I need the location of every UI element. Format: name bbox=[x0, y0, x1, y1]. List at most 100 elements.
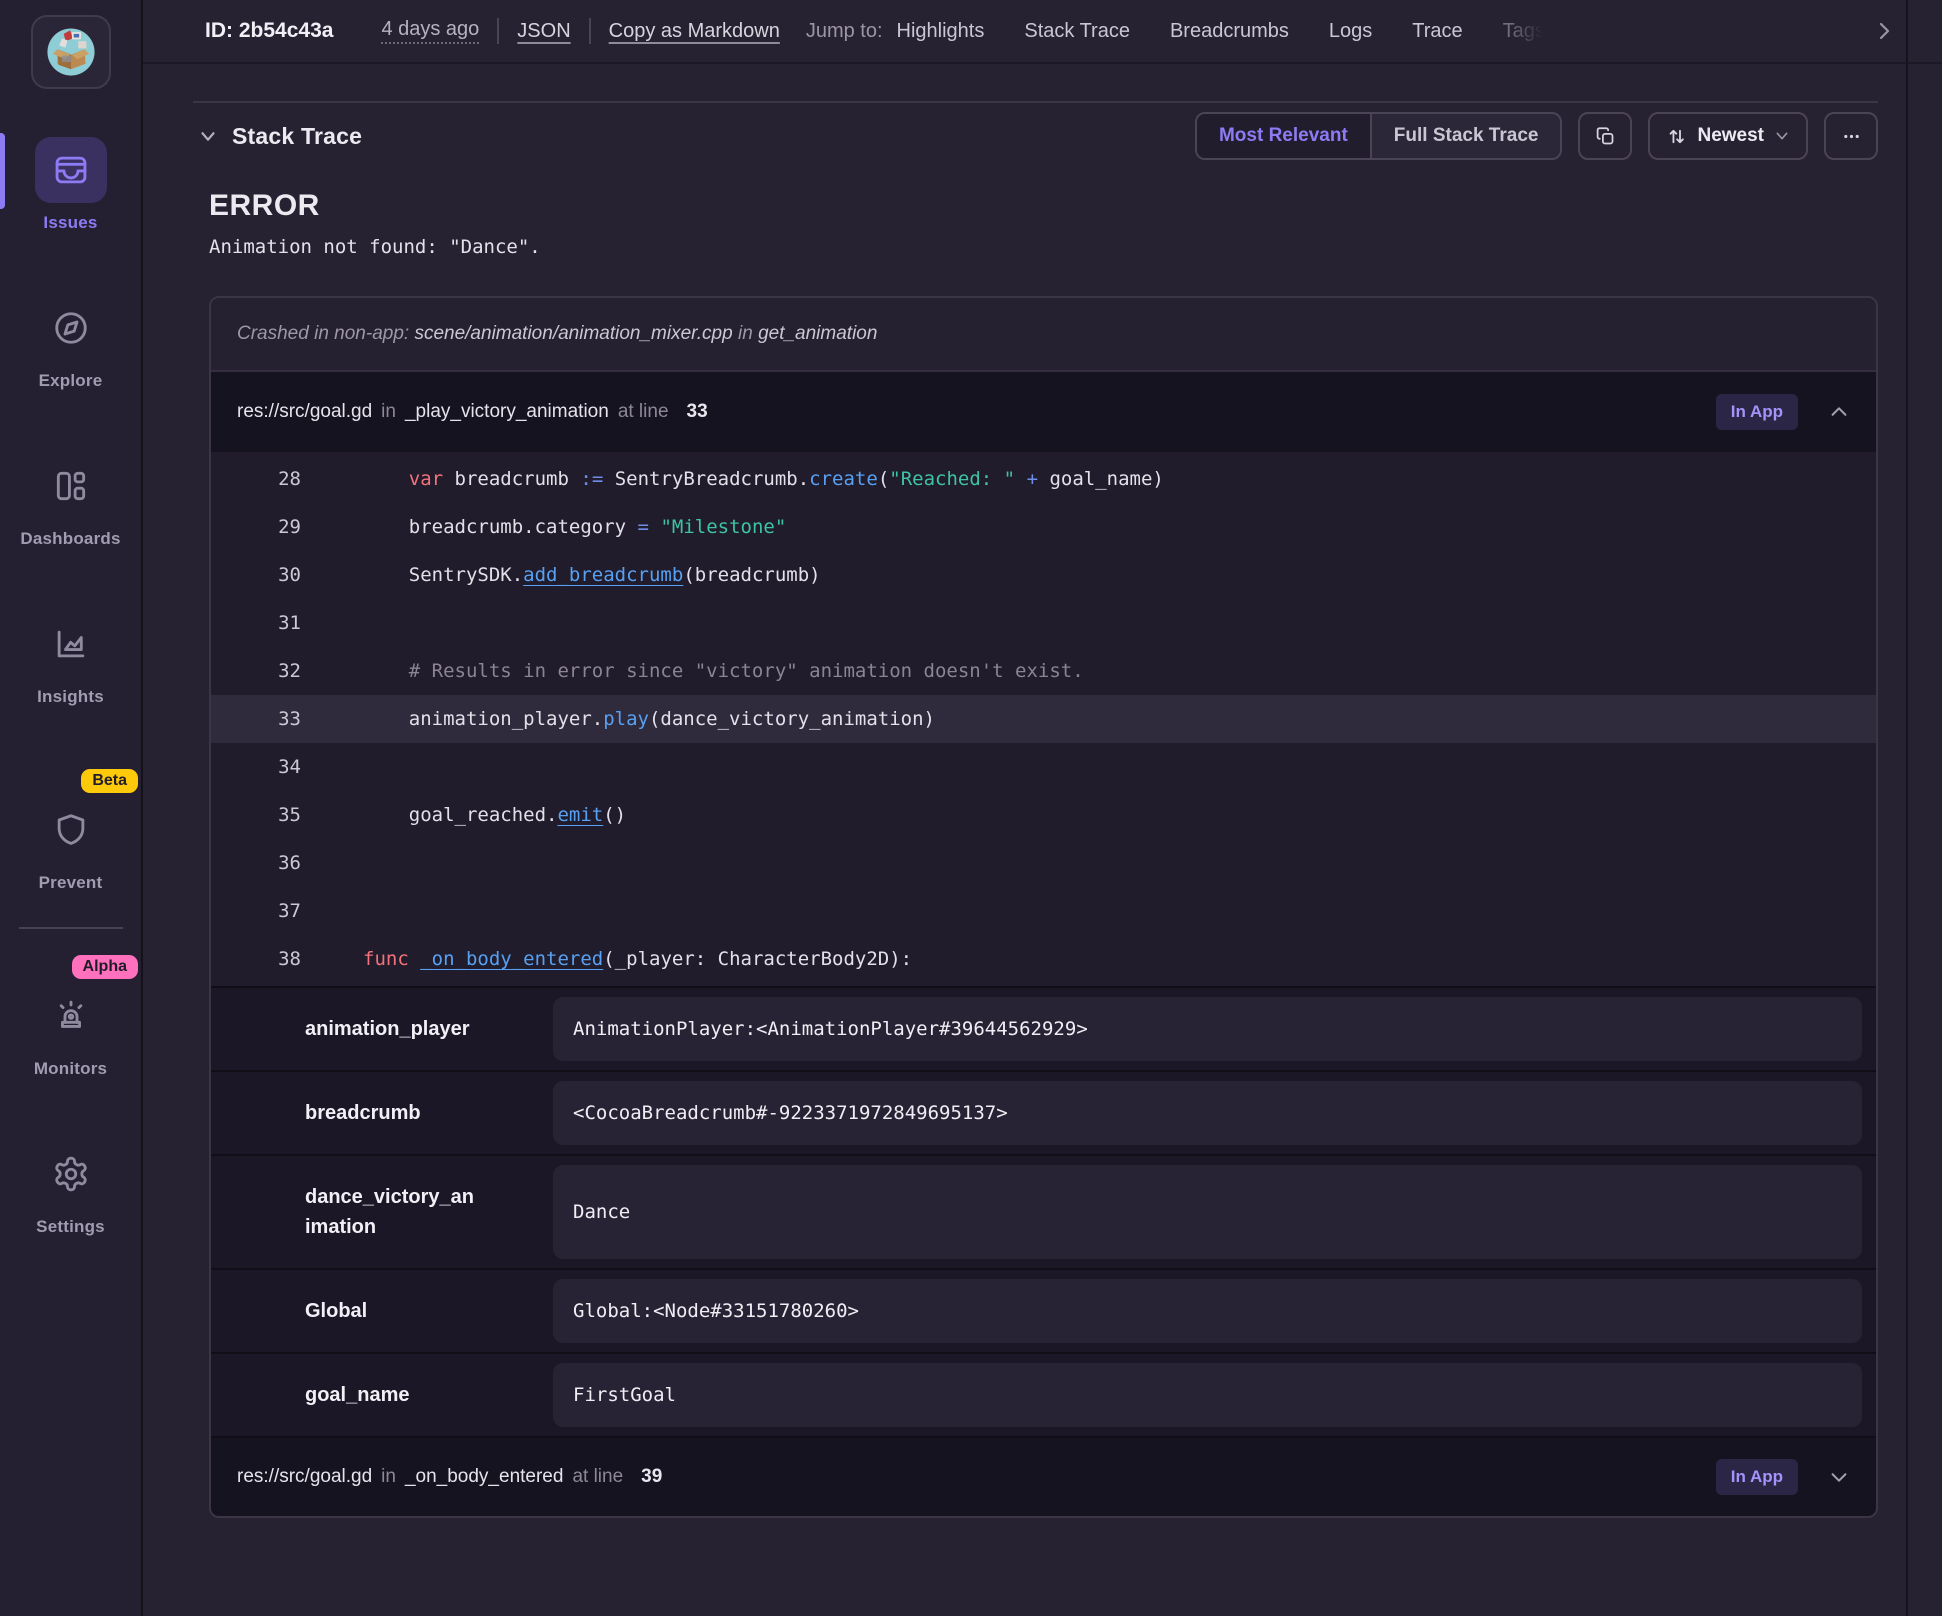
code-line-36: 36 bbox=[211, 839, 1876, 887]
code-line-31: 31 bbox=[211, 599, 1876, 647]
sidebar-item-label: Explore bbox=[39, 371, 103, 391]
code-text: SentrySDK.add_breadcrumb(breadcrumb) bbox=[329, 564, 821, 586]
sort-label: Newest bbox=[1697, 125, 1764, 147]
chevron-down-icon bbox=[1774, 128, 1790, 144]
code-text: var breadcrumb := SentryBreadcrumb.creat… bbox=[329, 468, 1164, 490]
sidebar-item-prevent[interactable]: BetaPrevent bbox=[0, 769, 141, 893]
sort-dropdown[interactable]: Newest bbox=[1648, 112, 1808, 160]
org-logo[interactable] bbox=[31, 15, 111, 89]
sidebar-item-insights[interactable]: Insights bbox=[0, 611, 141, 707]
error-message: Animation not found: "Dance". bbox=[209, 236, 1878, 258]
jump-link-highlights[interactable]: Highlights bbox=[897, 20, 985, 43]
code-line-29: 29 breadcrumb.category = "Milestone" bbox=[211, 503, 1876, 551]
line-number: 38 bbox=[211, 948, 329, 970]
sidebar-item-label: Issues bbox=[43, 213, 97, 233]
jump-link-stack-trace[interactable]: Stack Trace bbox=[1024, 20, 1130, 43]
frame-header-1[interactable]: res://src/goal.gd in _play_victory_anima… bbox=[211, 372, 1876, 452]
variables-table: animation_playerAnimationPlayer:<Animati… bbox=[211, 986, 1876, 1436]
code-line-38: 38func _on_body_entered(_player: Charact… bbox=[211, 935, 1876, 983]
code-line-28: 28 var breadcrumb := SentryBreadcrumb.cr… bbox=[211, 455, 1876, 503]
jump-link-trace[interactable]: Trace bbox=[1412, 20, 1462, 43]
alpha-badge: Alpha bbox=[72, 955, 138, 979]
line-number: 34 bbox=[211, 756, 329, 778]
code-line-34: 34 bbox=[211, 743, 1876, 791]
variable-value: <CocoaBreadcrumb#-9223371972849695137> bbox=[553, 1081, 1862, 1145]
variable-value: AnimationPlayer:<AnimationPlayer#3964456… bbox=[553, 997, 1862, 1061]
nav-overflow-button[interactable] bbox=[1872, 19, 1896, 43]
sidebar-item-label: Dashboards bbox=[20, 529, 120, 549]
copy-stacktrace-button[interactable] bbox=[1578, 112, 1632, 160]
frame-function: _on_body_entered bbox=[405, 1466, 563, 1488]
stack-trace-panel: Crashed in non-app: scene/animation/anim… bbox=[209, 296, 1878, 1518]
in-app-badge[interactable]: In App bbox=[1716, 1459, 1798, 1495]
variable-row-dance_victory_animation: dance_victory_animationDance bbox=[211, 1154, 1876, 1268]
sidebar-nav: Issues Explore Dashboards Insights BetaPreve… bbox=[0, 137, 141, 1299]
json-link[interactable]: JSON bbox=[517, 20, 570, 43]
variable-row-Global: GlobalGlobal:<Node#33151780260> bbox=[211, 1268, 1876, 1352]
compass-icon bbox=[35, 295, 107, 361]
variable-name: goal_name bbox=[211, 1354, 553, 1436]
line-number: 32 bbox=[211, 660, 329, 682]
chevron-right-icon bbox=[1872, 19, 1896, 43]
event-header: ID: 2b54c43a 4 days ago JSON Copy as Mar… bbox=[143, 0, 1942, 64]
sidebar-item-label: Monitors bbox=[34, 1059, 107, 1079]
code-line-32: 32 # Results in error since "victory" an… bbox=[211, 647, 1876, 695]
variable-name: Global bbox=[211, 1270, 553, 1352]
code-text: func _on_body_entered(_player: Character… bbox=[329, 948, 912, 970]
toggle-most-relevant[interactable]: Most Relevant bbox=[1197, 114, 1370, 158]
sidebar-item-explore[interactable]: Explore bbox=[0, 295, 141, 391]
chevron-down-icon[interactable] bbox=[1828, 1466, 1850, 1488]
jump-link-breadcrumbs[interactable]: Breadcrumbs bbox=[1170, 20, 1289, 43]
stack-trace-section: Stack Trace Most Relevant Full Stack Tra… bbox=[193, 101, 1878, 1518]
stacktrace-view-toggle: Most Relevant Full Stack Trace bbox=[1195, 112, 1563, 160]
frame-function: _play_victory_animation bbox=[405, 401, 609, 423]
line-number: 33 bbox=[211, 708, 329, 730]
sidebar-item-monitors[interactable]: Alpha Monitors bbox=[0, 955, 141, 1079]
section-controls: Most Relevant Full Stack Trace bbox=[1195, 112, 1878, 160]
event-content: Stack Trace Most Relevant Full Stack Tra… bbox=[143, 101, 1942, 1518]
jump-to-label: Jump to: bbox=[806, 20, 883, 43]
variable-row-goal_name: goal_nameFirstGoal bbox=[211, 1352, 1876, 1436]
sidebar-item-settings[interactable]: Settings bbox=[0, 1141, 141, 1237]
crash-function: get_animation bbox=[758, 323, 877, 344]
line-number: 36 bbox=[211, 852, 329, 874]
gear-icon bbox=[35, 1141, 107, 1207]
toggle-full-stack-trace[interactable]: Full Stack Trace bbox=[1370, 114, 1561, 158]
variable-row-breadcrumb: breadcrumb<CocoaBreadcrumb#-922337197284… bbox=[211, 1070, 1876, 1154]
code-text: animation_player.play(dance_victory_anim… bbox=[329, 708, 935, 730]
app-window: Issues Explore Dashboards Insights BetaPreve… bbox=[0, 0, 1942, 1616]
jump-nav: Highlights Stack Trace Breadcrumbs Logs Trac… bbox=[897, 20, 1864, 43]
variable-value: Global:<Node#33151780260> bbox=[553, 1279, 1862, 1343]
error-type: ERROR bbox=[209, 189, 1878, 223]
code-line-33: 33 animation_player.play(dance_victory_a… bbox=[211, 695, 1876, 743]
main-area: ID: 2b54c43a 4 days ago JSON Copy as Mar… bbox=[143, 0, 1942, 1616]
code-block: 28 var breadcrumb := SentryBreadcrumb.cr… bbox=[211, 452, 1876, 986]
jump-link-logs[interactable]: Logs bbox=[1329, 20, 1372, 43]
code-line-37: 37 bbox=[211, 887, 1876, 935]
crash-note: Crashed in non-app: scene/animation/anim… bbox=[211, 298, 1876, 372]
jump-link-tags[interactable]: Tags bbox=[1503, 20, 1545, 43]
sidebar-item-issues[interactable]: Issues bbox=[0, 137, 141, 233]
variable-name: dance_victory_animation bbox=[211, 1156, 553, 1268]
chevron-down-icon[interactable] bbox=[197, 125, 219, 147]
sidebar-item-dashboards[interactable]: Dashboards bbox=[0, 453, 141, 549]
line-number: 30 bbox=[211, 564, 329, 586]
section-title: Stack Trace bbox=[232, 123, 362, 150]
code-text: breadcrumb.category = "Milestone" bbox=[329, 516, 786, 538]
sidebar-item-label: Prevent bbox=[39, 873, 103, 893]
sidebar: Issues Explore Dashboards Insights BetaPreve… bbox=[0, 0, 143, 1616]
more-options-button[interactable] bbox=[1824, 112, 1878, 160]
frame-file: res://src/goal.gd bbox=[237, 1466, 372, 1488]
variable-value: FirstGoal bbox=[553, 1363, 1862, 1427]
copy-as-markdown-link[interactable]: Copy as Markdown bbox=[609, 20, 780, 43]
dashboard-icon bbox=[35, 453, 107, 519]
in-app-badge[interactable]: In App bbox=[1716, 394, 1798, 430]
frame-header-2[interactable]: res://src/goal.gd in _on_body_entered at… bbox=[211, 1436, 1876, 1516]
event-age[interactable]: 4 days ago bbox=[381, 18, 479, 44]
crash-path: scene/animation/animation_mixer.cpp bbox=[414, 323, 732, 344]
line-number: 28 bbox=[211, 468, 329, 490]
chevron-up-icon[interactable] bbox=[1828, 401, 1850, 423]
variable-row-animation_player: animation_playerAnimationPlayer:<Animati… bbox=[211, 986, 1876, 1070]
sidebar-item-label: Insights bbox=[37, 687, 104, 707]
code-text: goal_reached.emit() bbox=[329, 804, 626, 826]
